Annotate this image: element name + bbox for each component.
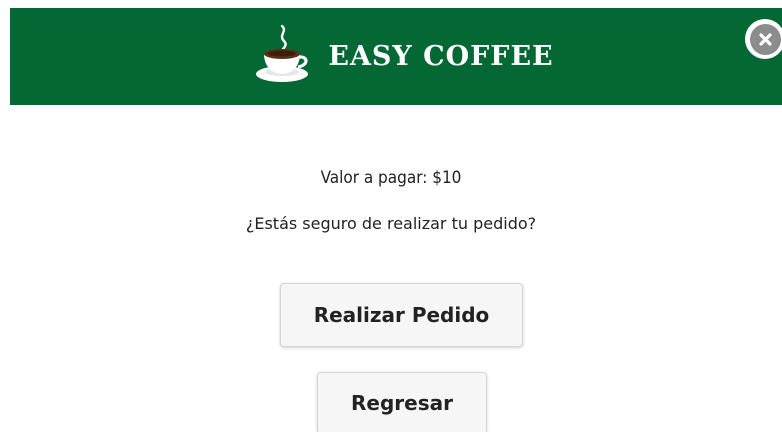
close-button[interactable] (745, 19, 782, 59)
close-icon (749, 23, 781, 55)
place-order-button[interactable]: Realizar Pedido (280, 283, 523, 347)
back-button[interactable]: Regresar (317, 372, 487, 432)
confirm-question: ¿Estás seguro de realizar tu pedido? (245, 214, 537, 233)
coffee-cup-icon (256, 24, 309, 82)
brand: EASY COFFEE (252, 24, 554, 86)
amount-text: Valor a pagar: $10 (320, 168, 462, 188)
header-bar: EASY COFFEE (10, 8, 782, 105)
order-confirm-dialog: EASY COFFEE Valor a pagar: $10 ¿Estás se… (0, 0, 782, 432)
app-title: EASY COFFEE (328, 41, 554, 72)
